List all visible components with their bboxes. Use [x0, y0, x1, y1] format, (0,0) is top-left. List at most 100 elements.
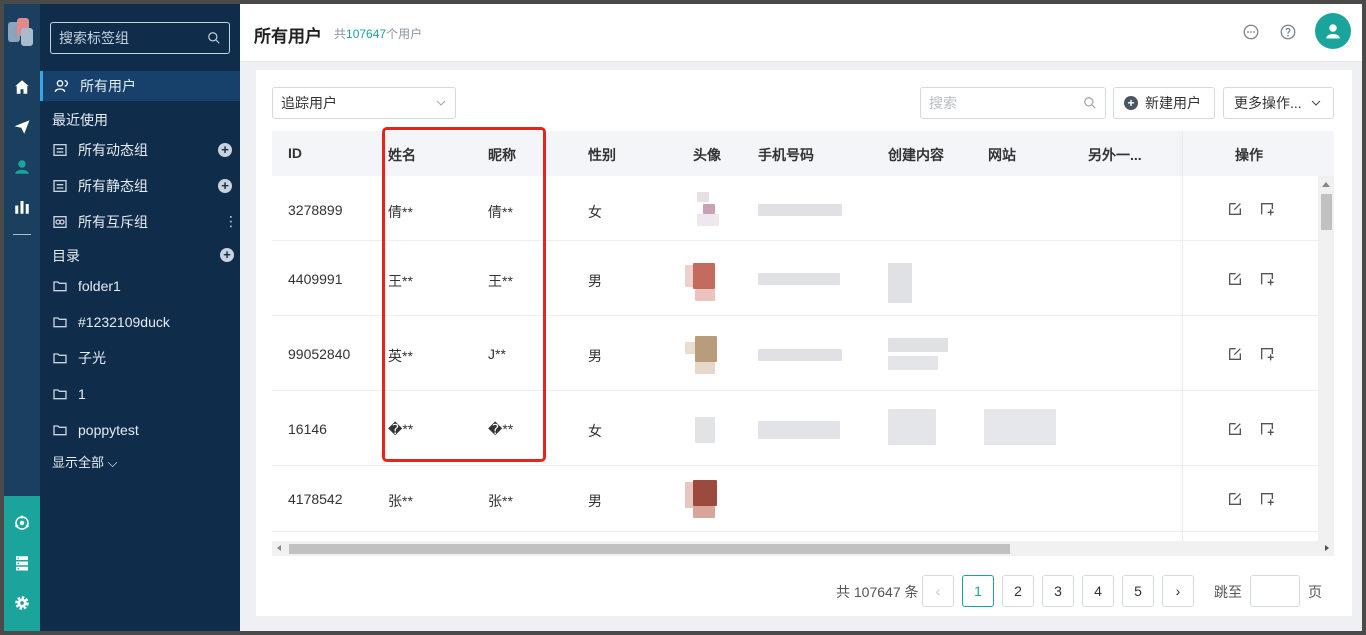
blurred-content	[888, 356, 938, 370]
jump-page-input[interactable]	[1250, 575, 1300, 607]
avatar[interactable]	[1315, 13, 1351, 49]
group-icon	[52, 178, 68, 194]
edit-icon[interactable]	[1227, 201, 1243, 217]
help-icon[interactable]	[1279, 23, 1297, 41]
blurred-phone	[758, 273, 840, 285]
edit-icon[interactable]	[1227, 271, 1243, 287]
column-header[interactable]: 创建内容	[888, 145, 944, 165]
add-to-group-icon[interactable]	[1259, 346, 1275, 362]
total-count: 共 107647 条	[836, 584, 919, 600]
sidebar-item-folder[interactable]: poppytest	[40, 415, 240, 445]
bar-chart-icon[interactable]	[4, 194, 40, 220]
sidebar-item-folder[interactable]: #1232109duck	[40, 307, 240, 337]
cell-id: 16146	[288, 421, 327, 437]
sidebar-item-folder[interactable]: 子光	[40, 343, 240, 373]
user-count: 共107647个用户	[334, 27, 423, 41]
network-icon[interactable]	[4, 510, 40, 536]
app-window: 搜索标签组 所有用户 最近使用 所有动态组 + 所有静态组 + 所有互斥组 ⋮ …	[4, 4, 1362, 631]
column-header[interactable]: 手机号码	[758, 145, 814, 165]
column-header[interactable]: 另外一...	[1088, 145, 1142, 165]
blurred-content	[888, 338, 948, 352]
cell-id: 99052840	[288, 346, 351, 362]
add-dynamic-group-icon[interactable]: +	[218, 143, 232, 157]
select-value: 追踪用户	[281, 95, 337, 111]
sidebar-item-static-groups[interactable]: 所有静态组 +	[40, 171, 240, 201]
vertical-scrollbar[interactable]	[1318, 176, 1334, 541]
group-icon	[52, 214, 68, 230]
gear-icon[interactable]	[4, 590, 40, 616]
cell-gender: 男	[588, 493, 602, 509]
page-button[interactable]: 1	[962, 575, 994, 607]
sidebar-item-folder[interactable]: folder1	[40, 271, 240, 301]
column-header[interactable]: ID	[288, 145, 302, 161]
page-button[interactable]: 5	[1122, 575, 1154, 607]
cell-id: 3278899	[288, 202, 343, 218]
add-to-group-icon[interactable]	[1259, 491, 1275, 507]
column-header[interactable]: 网站	[988, 145, 1016, 165]
chevron-down-icon: ⌵	[107, 455, 118, 470]
page-label: 页	[1308, 584, 1322, 600]
page-button[interactable]: 2	[1002, 575, 1034, 607]
rail-bottom-panel	[4, 496, 40, 631]
cell-id: 4178542	[288, 491, 343, 507]
add-to-group-icon[interactable]	[1259, 421, 1275, 437]
add-to-group-icon[interactable]	[1259, 271, 1275, 287]
edit-icon[interactable]	[1227, 421, 1243, 437]
sidebar-item-exclusive-groups[interactable]: 所有互斥组 ⋮	[40, 207, 240, 237]
sidebar-item-all-users[interactable]: 所有用户	[40, 71, 240, 101]
sidebar-item-label: 所有动态组	[78, 142, 148, 158]
search-placeholder: 搜索标签组	[59, 30, 129, 46]
add-static-group-icon[interactable]: +	[218, 179, 232, 193]
users-panel: 追踪用户 搜索 + 新建用户 更多操作... ID 姓名 昵称 性别 头像 手机…	[256, 70, 1352, 616]
send-icon[interactable]	[4, 114, 40, 140]
page-button[interactable]: 3	[1042, 575, 1074, 607]
chat-icon[interactable]	[1242, 23, 1260, 41]
header-bar: 所有用户 共107647个用户	[240, 4, 1362, 62]
fixed-column-divider	[1182, 131, 1183, 556]
next-page-button[interactable]: ›	[1162, 575, 1194, 607]
blurred-website	[984, 409, 1056, 445]
blurred-phone	[758, 204, 842, 216]
button-label: 更多操作...	[1234, 95, 1302, 111]
home-icon[interactable]	[4, 74, 40, 100]
sidebar: 搜索标签组 所有用户 最近使用 所有动态组 + 所有静态组 + 所有互斥组 ⋮ …	[40, 4, 240, 631]
users-icon	[54, 78, 70, 94]
cell-gender: 男	[588, 348, 602, 364]
plus-circle-icon: +	[1124, 96, 1138, 110]
icon-rail	[4, 4, 40, 631]
show-all-link[interactable]: 显示全部 ⌵	[52, 452, 118, 471]
add-folder-icon[interactable]: +	[220, 248, 234, 262]
column-header[interactable]: 头像	[693, 145, 721, 165]
more-vertical-icon[interactable]: ⋮	[224, 213, 238, 229]
tag-group-search-input[interactable]: 搜索标签组	[50, 22, 230, 54]
sidebar-item-label: 所有用户	[80, 78, 136, 94]
prev-page-button[interactable]: ‹	[922, 575, 954, 607]
add-to-group-icon[interactable]	[1259, 201, 1275, 217]
page-button[interactable]: 4	[1082, 575, 1114, 607]
new-user-button[interactable]: + 新建用户	[1113, 87, 1215, 119]
blurred-phone	[758, 421, 840, 439]
folder-icon	[52, 386, 68, 402]
directory-heading: 目录 +	[52, 246, 240, 266]
horizontal-scrollbar[interactable]	[272, 541, 1334, 556]
edit-icon[interactable]	[1227, 491, 1243, 507]
search-icon	[1084, 97, 1096, 109]
sidebar-item-dynamic-groups[interactable]: 所有动态组 +	[40, 135, 240, 165]
table-row[interactable]: 4178542 张** 张** 男	[272, 466, 1334, 532]
page-title: 所有用户	[254, 27, 322, 46]
app-logo	[8, 18, 34, 48]
blurred-phone	[758, 349, 842, 361]
user-search-input[interactable]: 搜索	[920, 87, 1106, 119]
sidebar-item-label: #1232109duck	[78, 314, 170, 330]
blurred-content	[888, 263, 912, 303]
database-icon[interactable]	[4, 550, 40, 576]
track-user-select[interactable]: 追踪用户	[272, 87, 456, 119]
column-header[interactable]: 性别	[588, 145, 616, 165]
group-icon	[52, 142, 68, 158]
jump-label: 跳至	[1214, 584, 1242, 600]
edit-icon[interactable]	[1227, 346, 1243, 362]
rail-divider	[13, 234, 31, 235]
user-icon[interactable]	[4, 154, 40, 180]
sidebar-item-folder[interactable]: 1	[40, 379, 240, 409]
more-actions-button[interactable]: 更多操作...	[1223, 87, 1334, 119]
